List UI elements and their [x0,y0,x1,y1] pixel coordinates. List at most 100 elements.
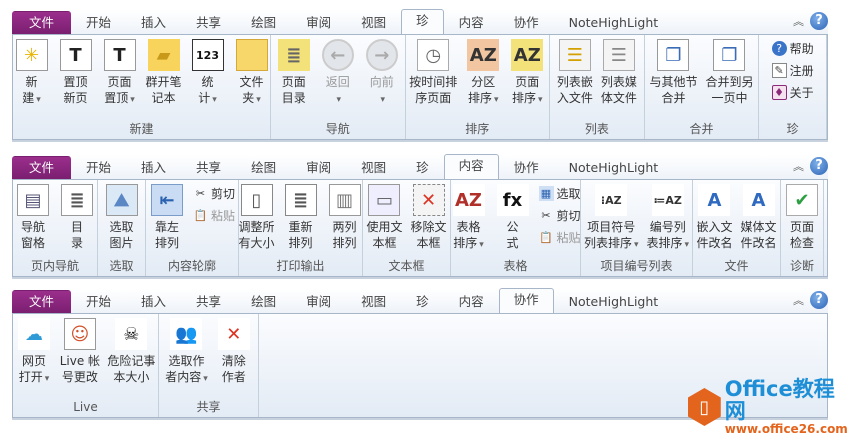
register-icon: ✎ [771,62,787,78]
merge-section-icon: ❐ [657,39,690,71]
button-label: 文件夹 ▾ [239,74,263,108]
tab-file[interactable]: 文件 [12,156,72,179]
merge-page-button[interactable]: ❐ 合并到另 一页中 [702,39,756,119]
open-folder-button[interactable]: ▰ 群开笔 记本 [143,39,185,119]
tab-6[interactable]: 视图 [346,156,401,179]
tab-file[interactable]: 文件 [12,290,72,313]
tab-4[interactable]: 绘图 [236,156,291,179]
label-line-1: 向前 [369,75,394,89]
button-label: 与其他节 合并 [649,74,697,106]
tab-1[interactable]: 开始 [71,290,126,313]
resize-button[interactable]: ▯ 调整所 有大小 [236,184,278,256]
cloud-button[interactable]: ☁ 网页 打开 ▾ [13,318,55,397]
rename-media-button[interactable]: A 媒体文 件改名 [738,184,780,256]
tab-10[interactable]: NoteHighLight [554,290,674,313]
tab-4[interactable]: 绘图 [236,290,291,313]
page-sort-button[interactable]: AZ 页面 排序 ▾ [506,39,548,119]
new-page-button[interactable]: ✳ 新建 ▾ [11,39,53,119]
author-clear-button[interactable]: ✕ 清除 作者 [213,318,255,397]
collapse-ribbon-button[interactable]: ︽ [793,158,804,174]
dropdown-arrow-icon: ▾ [336,95,341,105]
help-icon[interactable]: ? [810,157,828,175]
abc-123-button[interactable]: 123 统计 ▾ [187,39,229,119]
bullet-sort-button[interactable]: ⁝AZ 项目符号 列表排序 ▾ [581,184,642,256]
dropdown-arrow-icon: ▾ [212,95,217,105]
merge-section-button[interactable]: ❐ 与其他节 合并 [646,39,700,119]
folder-button[interactable]: 文件夹 ▾ [231,39,273,119]
about-button[interactable]: ♦ 关于 [771,83,814,101]
tab-9[interactable]: 协作 [499,11,554,34]
tab-1[interactable]: 开始 [71,156,126,179]
list-embed-button[interactable]: ☰ 列表嵌 入文件 [554,39,596,119]
group-label: 打印输出 [276,259,325,273]
about-icon: ♦ [771,84,787,100]
dropdown-arrow-icon: ▾ [634,240,639,250]
help-icon[interactable]: ? [810,291,828,309]
tab-6[interactable]: 视图 [346,290,401,313]
tab-file[interactable]: 文件 [12,11,72,34]
register-button[interactable]: ✎ 注册 [771,61,814,79]
tab-8[interactable]: 内容 [444,11,499,34]
section-sort-button[interactable]: AZ 分区 排序 ▾ [462,39,504,119]
remove-textbox-button[interactable]: ✕ 移除文 本框 [408,184,450,256]
tab-10[interactable]: NoteHighLight [554,156,674,179]
skull-button[interactable]: ☠ 危险记事 本大小 [105,318,158,397]
select-picture-button[interactable]: ⛰ 选取 图片 [101,184,143,256]
tab-3[interactable]: 共享 [181,290,236,313]
collapse-ribbon-button[interactable]: ︽ [793,13,804,29]
tab-2[interactable]: 插入 [126,290,181,313]
label-text: 号更改 [61,370,98,384]
cut-button[interactable]: ✂ 剪切 [193,184,235,202]
help-icon[interactable]: ? [810,12,828,30]
rename-embed-button[interactable]: A 嵌入文 件改名 [693,184,735,256]
two-columns-button[interactable]: ▥ 两列 排列 [324,184,366,256]
back-arrow-button[interactable]: ← 返回 ▾ [317,39,359,119]
cut-icon: ✂ [195,186,206,200]
clock-sort-button[interactable]: ◷ 按时间排 序页面 [406,39,460,119]
tab-4[interactable]: 绘图 [236,11,291,34]
tab-5[interactable]: 审阅 [291,156,346,179]
align-left-button[interactable]: ⇤ 靠左 排列 [146,184,188,256]
group-items: ✳ 新建 ▾ T 置顶 新页 T 页面 置顶 ▾ ▰ 群开笔 记本 123 统计 ▾ 文件夹 ▾ [13,35,270,119]
help-button[interactable]: ? 帮助 [771,39,814,57]
page-check-button[interactable]: ✔ 页面 检查 [781,184,823,256]
tab-7[interactable]: 珍 [401,290,444,313]
number-sort-icon: ≔AZ [651,184,684,216]
forward-arrow-button[interactable]: → 向前 ▾ [361,39,403,119]
tab-8[interactable]: 内容 [443,154,499,179]
rearrange-button[interactable]: ≣ 重新 排列 [280,184,322,256]
formula-button[interactable]: fx 公式 [492,184,534,256]
paste-button[interactable]: 📋 粘贴 [539,228,580,246]
tab-9[interactable]: 协作 [498,288,554,313]
textbox-button[interactable]: ▭ 使用文 本框 [363,184,405,256]
group-2: ◷ 按时间排 序页面 AZ 分区 排序 ▾ AZ 页面 排序 ▾ 排序 [406,35,550,139]
tab-2[interactable]: 插入 [126,156,181,179]
tab-3[interactable]: 共享 [181,156,236,179]
tab-10[interactable]: NoteHighLight [554,11,674,34]
new-top-page-button[interactable]: T 置顶 新页 [55,39,97,119]
tab-9[interactable]: 协作 [499,156,554,179]
select-table-button[interactable]: ▦ 选取 [538,184,581,202]
tab-5[interactable]: 审阅 [291,11,346,34]
tab-5[interactable]: 审阅 [291,290,346,313]
page-toc-button[interactable]: ≣ 页面 目录 [273,39,315,119]
tab-8[interactable]: 内容 [444,290,499,313]
tab-7[interactable]: 珍 [401,156,444,179]
nav-pane-button[interactable]: ▤ 导航 窗格 [12,184,54,256]
cut-button[interactable]: ✂ 剪切 [539,206,580,224]
tab-3[interactable]: 共享 [181,11,236,34]
table-sort-button[interactable]: AZ 表格 排序 ▾ [448,184,490,256]
page-top-button[interactable]: T 页面 置顶 ▾ [99,39,141,119]
tab-6[interactable]: 视图 [346,11,401,34]
group-label: 项目编号列表 [600,259,673,273]
paste-button[interactable]: 📋 粘贴 [193,206,235,224]
list-media-button[interactable]: ☰ 列表媒 体文件 [598,39,640,119]
tab-2[interactable]: 插入 [126,11,181,34]
author-select-button[interactable]: 👥 选取作 者内容 ▾ [162,318,211,397]
account-card-button[interactable]: ☺ Live 帐号更改 [57,318,103,397]
toc-button[interactable]: ≣ 目录 [56,184,98,256]
tab-7[interactable]: 珍 [401,9,444,34]
collapse-ribbon-button[interactable]: ︽ [793,292,804,308]
tab-1[interactable]: 开始 [71,11,126,34]
number-sort-button[interactable]: ≔AZ 编号列 表排序 ▾ [644,184,693,256]
